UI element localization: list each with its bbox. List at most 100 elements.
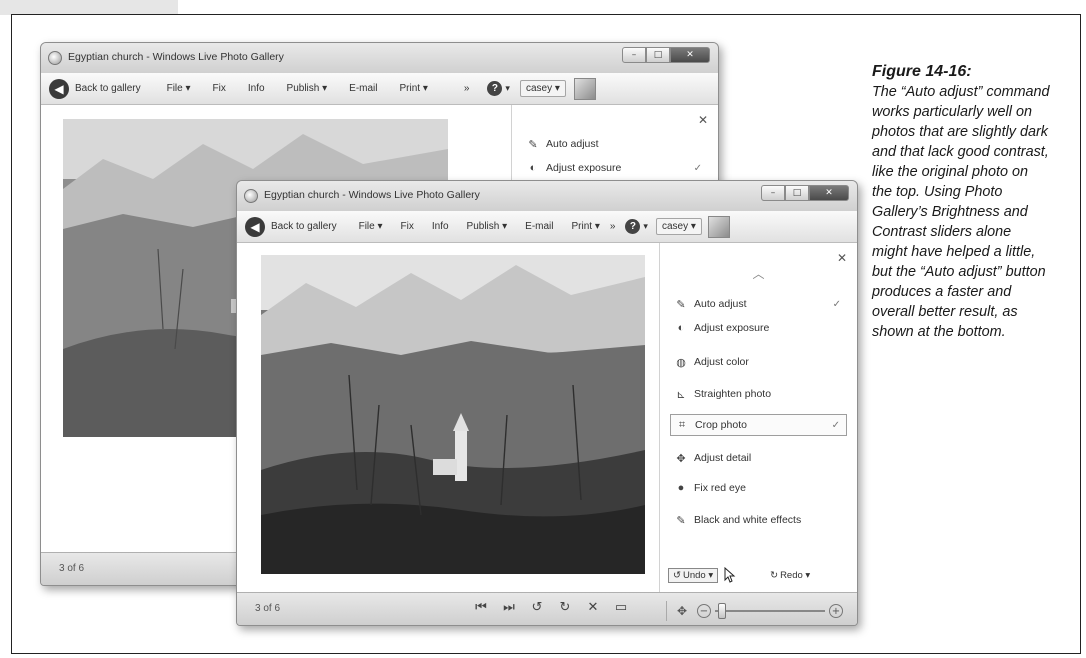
figure-caption: Figure 14-16: The “Auto adjust” command … [872, 62, 1050, 342]
figure-caption-text: The “Auto adjust” command works particul… [872, 84, 1050, 340]
back-to-gallery-button[interactable]: ◀ Back to gallery [49, 78, 141, 99]
window-controls: – □ ✕ [761, 185, 849, 201]
help-icon: ? [487, 81, 503, 96]
email-menu[interactable]: E-mail [525, 221, 553, 232]
wand-icon: ✎ [528, 138, 538, 151]
fix-auto-adjust[interactable]: ✎ Auto adjust ✓ [670, 293, 847, 315]
more-menu[interactable]: » [464, 83, 470, 94]
zoom-controls: ✥ − + [665, 601, 843, 621]
straighten-icon: ⊾ [676, 388, 686, 401]
undo-button[interactable]: ↺ Undo ▾ [668, 567, 719, 583]
fix-item-label: Auto adjust [546, 138, 599, 150]
zoom-in-icon[interactable]: + [829, 604, 843, 618]
user-picture-icon[interactable] [707, 215, 730, 238]
page-header-tab [0, 0, 178, 15]
window-title: Egyptian church - Windows Live Photo Gal… [264, 189, 480, 201]
title-bar: Egyptian church - Windows Live Photo Gal… [41, 43, 718, 73]
fit-to-window-icon[interactable]: ✥ [677, 604, 687, 618]
fix-item-label: Adjust exposure [694, 322, 770, 334]
previous-photo-icon[interactable]: ⏮ [467, 600, 495, 615]
back-arrow-icon: ◀ [245, 216, 265, 237]
help-menu[interactable]: ? ▾ [487, 81, 510, 96]
user-menu[interactable]: casey ▾ [519, 80, 566, 97]
file-menu[interactable]: File ▾ [167, 83, 191, 94]
wand-icon: ✎ [676, 298, 686, 311]
zoom-slider-thumb[interactable] [717, 603, 726, 619]
close-panel-icon[interactable]: ✕ [698, 113, 708, 127]
fix-item-label: Black and white effects [694, 514, 802, 526]
fix-auto-adjust[interactable]: ✎ Auto adjust [522, 133, 708, 155]
fix-item-label: Adjust color [694, 356, 749, 368]
fix-adjust-detail[interactable]: ✥ Adjust detail [670, 447, 847, 469]
next-photo-icon[interactable]: ⏭ [495, 600, 523, 615]
bw-effects-icon: ✎ [676, 514, 686, 527]
fix-menu[interactable]: Fix [213, 83, 226, 94]
check-icon: ✓ [831, 419, 840, 431]
red-eye-icon: ● [677, 482, 685, 494]
info-menu[interactable]: Info [432, 221, 449, 232]
undo-redo-row: ↺ Undo ▾ ↻ Redo ▾ [668, 564, 849, 586]
close-button[interactable]: ✕ [670, 47, 710, 63]
undo-icon: ↺ [673, 569, 681, 581]
redo-button[interactable]: ↻ Redo ▾ [770, 570, 810, 581]
fix-item-label: Crop photo [695, 419, 747, 431]
undo-label: Undo ▾ [682, 569, 714, 581]
fix-adjust-exposure[interactable]: ◐ Adjust exposure [670, 317, 847, 339]
print-menu[interactable]: Print ▾ [572, 221, 600, 232]
minimize-button[interactable]: – [761, 185, 785, 201]
redo-label: Redo ▾ [780, 569, 811, 581]
fix-item-label: Adjust detail [694, 452, 752, 464]
fix-adjust-color[interactable]: ◍ Adjust color [670, 351, 847, 373]
detail-icon: ✥ [676, 452, 686, 465]
app-icon [48, 51, 62, 65]
minimize-button[interactable]: – [622, 47, 646, 63]
publish-menu[interactable]: Publish ▾ [287, 83, 328, 94]
zoom-out-icon[interactable]: − [697, 604, 711, 618]
fix-item-label: Straighten photo [694, 388, 772, 400]
toolbar: ◀ Back to gallery File ▾ Fix Info Publis… [41, 73, 718, 105]
help-menu[interactable]: ? ▾ [625, 219, 648, 234]
check-icon: ✓ [693, 162, 702, 174]
email-menu[interactable]: E-mail [349, 83, 377, 94]
mouse-cursor-icon [724, 567, 736, 583]
delete-icon[interactable]: ✕ [579, 600, 607, 615]
back-to-gallery-button[interactable]: ◀ Back to gallery [245, 216, 337, 237]
fix-red-eye[interactable]: ● Fix red eye [670, 477, 847, 499]
divider [665, 601, 667, 621]
app-icon [244, 189, 258, 203]
adjusted-photo [261, 255, 645, 574]
maximize-button[interactable]: □ [785, 185, 809, 201]
file-menu[interactable]: File ▾ [359, 221, 383, 232]
back-to-gallery-label: Back to gallery [271, 221, 337, 232]
fix-panel: ✕ ︿ ✎ Auto adjust ✓ ◐ Adjust exposure ◍ … [659, 243, 857, 592]
photo-counter: 3 of 6 [255, 603, 281, 614]
slideshow-icon[interactable]: ▭ [607, 600, 635, 615]
exposure-icon: ◐ [677, 322, 685, 334]
more-menu[interactable]: » [610, 221, 616, 232]
fix-straighten-photo[interactable]: ⊾ Straighten photo [670, 383, 847, 405]
rotate-left-icon[interactable]: ↺ [523, 600, 551, 615]
user-picture-icon[interactable] [573, 77, 596, 100]
publish-menu[interactable]: Publish ▾ [467, 221, 508, 232]
close-button[interactable]: ✕ [809, 185, 849, 201]
close-panel-icon[interactable]: ✕ [837, 251, 847, 265]
fix-menu[interactable]: Fix [401, 221, 414, 232]
fix-item-label: Auto adjust [694, 298, 747, 310]
figure-title: Figure 14-16: [872, 63, 972, 80]
status-bar: 3 of 6 ⏮ ⏭ ↺ ↻ ✕ ▭ ✥ − + [237, 592, 857, 625]
front-photo-gallery-window: Egyptian church - Windows Live Photo Gal… [236, 180, 858, 626]
photo-view [237, 243, 659, 592]
navigation-controls: ⏮ ⏭ ↺ ↻ ✕ ▭ [467, 600, 635, 615]
print-menu[interactable]: Print ▾ [400, 83, 428, 94]
maximize-button[interactable]: □ [646, 47, 670, 63]
window-title: Egyptian church - Windows Live Photo Gal… [68, 51, 284, 63]
window-controls: – □ ✕ [622, 47, 710, 63]
fix-adjust-exposure[interactable]: ◐ Adjust exposure ✓ [522, 157, 708, 179]
user-menu[interactable]: casey ▾ [655, 218, 702, 235]
info-menu[interactable]: Info [248, 83, 265, 94]
fix-crop-photo[interactable]: ⌗ Crop photo ✓ [670, 414, 847, 436]
rotate-right-icon[interactable]: ↻ [551, 600, 579, 615]
chevron-up-icon[interactable]: ︿ [660, 265, 857, 282]
fix-black-and-white-effects[interactable]: ✎ Black and white effects [670, 509, 847, 531]
zoom-slider[interactable] [715, 603, 825, 619]
